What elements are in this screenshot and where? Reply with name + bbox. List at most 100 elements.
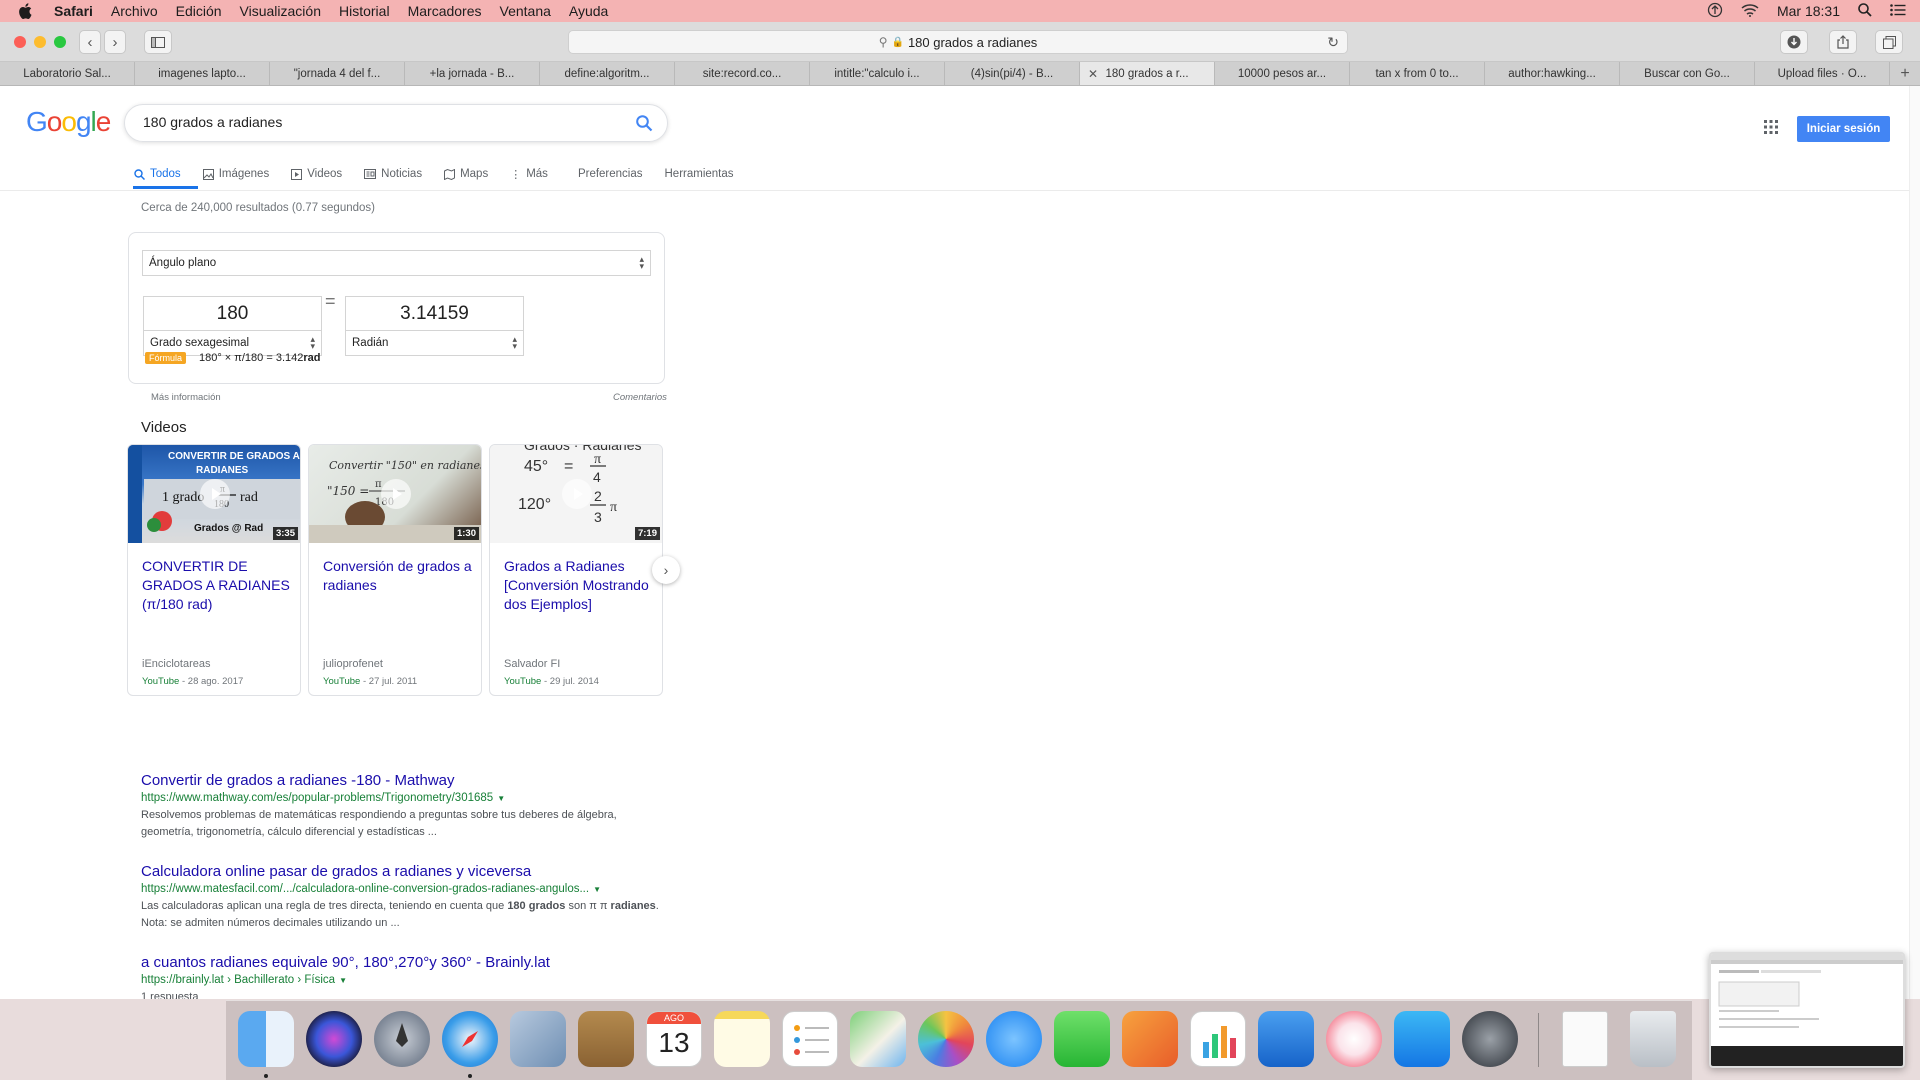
search-icon[interactable] (635, 114, 653, 132)
nav-herramientas[interactable]: Herramientas (665, 162, 734, 186)
contacts-book-icon[interactable] (578, 1011, 634, 1067)
trash-icon[interactable] (1630, 1011, 1676, 1067)
search-box[interactable] (124, 104, 668, 142)
clock[interactable]: Mar 18:31 (1777, 3, 1840, 19)
tab-active[interactable]: ✕ 180 grados a r... (1080, 62, 1215, 85)
zoom-window-button[interactable] (54, 36, 66, 48)
to-unit-select[interactable]: Radián ▴ ▾ (345, 330, 524, 356)
nav-tab-imagenes[interactable]: Imágenes (202, 162, 269, 186)
share-button[interactable] (1829, 30, 1857, 54)
status-icon[interactable] (1707, 2, 1723, 21)
downloads-button[interactable] (1780, 30, 1808, 54)
tab[interactable]: 10000 pesos ar... (1215, 62, 1350, 85)
google-logo[interactable]: Google (26, 106, 111, 138)
more-info-link[interactable]: Más información (151, 392, 221, 403)
tab[interactable]: intitle:"calculo i... (810, 62, 945, 85)
close-window-button[interactable] (14, 36, 26, 48)
menu-ayuda[interactable]: Ayuda (569, 3, 608, 19)
nav-tab-mas[interactable]: ⋮ Más (510, 162, 548, 186)
wifi-icon[interactable] (1741, 3, 1759, 20)
tab[interactable]: Buscar con Go... (1620, 62, 1755, 85)
signin-button[interactable]: Iniciar sesión (1797, 116, 1890, 142)
address-bar[interactable]: ⚲ 🔒 180 grados a radianes ↻ (568, 30, 1348, 54)
menu-visualizacion[interactable]: Visualización (240, 3, 321, 19)
search-input[interactable] (143, 114, 603, 130)
close-tab-icon[interactable]: ✕ (1088, 62, 1098, 85)
safari-compass-icon[interactable] (442, 1011, 498, 1067)
video-card[interactable]: Convertir "150" en radianes "150 = π 180… (308, 444, 482, 696)
menu-historial[interactable]: Historial (339, 3, 390, 19)
video-title[interactable]: Conversión de grados a radianes (323, 557, 473, 595)
forward-button[interactable]: › (104, 30, 126, 54)
result-title[interactable]: Convertir de grados a radianes -180 - Ma… (141, 772, 661, 789)
result-title[interactable]: Calculadora online pasar de grados a rad… (141, 863, 661, 880)
new-tab-button[interactable]: + (1890, 62, 1920, 85)
video-title[interactable]: Grados a Radianes [Conversión Mostrando … (504, 557, 654, 614)
result-url[interactable]: https://www.matesfacil.com/.../calculado… (141, 883, 661, 895)
tab[interactable]: site:record.co... (675, 62, 810, 85)
keynote-icon[interactable] (1258, 1011, 1314, 1067)
reload-icon[interactable]: ↻ (1327, 34, 1339, 51)
caret-down-icon[interactable]: ▼ (497, 794, 505, 803)
spotlight-icon[interactable] (1858, 2, 1872, 20)
document-icon[interactable] (1562, 1011, 1608, 1067)
tab[interactable]: author:hawking... (1485, 62, 1620, 85)
tab[interactable]: "jornada 4 del f... (270, 62, 405, 85)
video-card[interactable]: Grados · Radianes 45° = π 4 120° 2 3 π 7… (489, 444, 663, 696)
result-url[interactable]: https://www.mathway.com/es/popular-probl… (141, 792, 661, 804)
notification-center-icon[interactable] (1890, 3, 1906, 19)
tab[interactable]: tan x from 0 to... (1350, 62, 1485, 85)
menu-ventana[interactable]: Ventana (500, 3, 551, 19)
chevron-right-icon[interactable]: › (652, 556, 680, 584)
apps-grid-icon[interactable] (1764, 120, 1778, 134)
mail-eagle-icon[interactable] (510, 1011, 566, 1067)
tab[interactable]: define:algoritm... (540, 62, 675, 85)
video-title[interactable]: CONVERTIR DE GRADOS A RADIANES (π/180 ra… (142, 557, 292, 614)
launchpad-icon[interactable] (374, 1011, 430, 1067)
messages-icon[interactable] (986, 1011, 1042, 1067)
finder-icon[interactable] (238, 1011, 294, 1067)
menu-archivo[interactable]: Archivo (111, 3, 158, 19)
nav-preferencias[interactable]: Preferencias (578, 162, 643, 186)
from-value-input[interactable]: 180 (143, 296, 322, 331)
result-url[interactable]: https://brainly.lat › Bachillerato › Fís… (141, 974, 661, 986)
comments-link[interactable]: Comentarios (613, 392, 667, 403)
maps-icon[interactable] (850, 1011, 906, 1067)
reminders-icon[interactable] (782, 1011, 838, 1067)
caret-down-icon[interactable]: ▼ (593, 885, 601, 894)
pages-icon[interactable] (1122, 1011, 1178, 1067)
menu-safari[interactable]: Safari (54, 3, 93, 19)
apple-menu-icon[interactable] (18, 0, 38, 22)
scrollbar[interactable] (1909, 86, 1920, 999)
menu-edicion[interactable]: Edición (176, 3, 222, 19)
unit-type-select[interactable]: Ángulo plano ▴ ▾ (142, 250, 651, 276)
back-button[interactable]: ‹ (79, 30, 101, 54)
system-preferences-gear-icon[interactable] (1462, 1011, 1518, 1067)
video-thumbnail[interactable]: Grados · Radianes 45° = π 4 120° 2 3 π 7… (490, 445, 662, 543)
siri-icon[interactable] (306, 1011, 362, 1067)
nav-tab-noticias[interactable]: Noticias (364, 162, 422, 186)
tab[interactable]: Laboratorio Sal... (0, 62, 135, 85)
nav-tab-todos[interactable]: Todos (134, 162, 181, 186)
calendar-icon[interactable]: AGO 13 (646, 1011, 702, 1067)
tab[interactable]: Upload files · O... (1755, 62, 1890, 85)
video-card[interactable]: CONVERTIR DE GRADOS A RADIANES 1 grado r… (127, 444, 301, 696)
video-thumbnail[interactable]: CONVERTIR DE GRADOS A RADIANES 1 grado r… (128, 445, 300, 543)
minimize-window-button[interactable] (34, 36, 46, 48)
sidebar-toggle-button[interactable] (144, 30, 172, 54)
tab[interactable]: +la jornada - B... (405, 62, 540, 85)
menu-marcadores[interactable]: Marcadores (408, 3, 482, 19)
screenshot-preview-thumbnail[interactable] (1709, 952, 1905, 1068)
photos-icon[interactable] (918, 1011, 974, 1067)
tab[interactable]: (4)sin(pi/4) - B... (945, 62, 1080, 85)
to-value-input[interactable]: 3.14159 (345, 296, 524, 331)
caret-down-icon[interactable]: ▼ (339, 976, 347, 985)
numbers-icon[interactable] (1190, 1011, 1246, 1067)
tab[interactable]: imagenes lapto... (135, 62, 270, 85)
itunes-music-icon[interactable] (1326, 1011, 1382, 1067)
video-thumbnail[interactable]: Convertir "150" en radianes "150 = π 180… (309, 445, 481, 543)
tab-overview-button[interactable] (1875, 30, 1903, 54)
facetime-icon[interactable] (1054, 1011, 1110, 1067)
nav-tab-maps[interactable]: Maps (444, 162, 488, 186)
result-title[interactable]: a cuantos radianes equivale 90°, 180°,27… (141, 954, 661, 971)
